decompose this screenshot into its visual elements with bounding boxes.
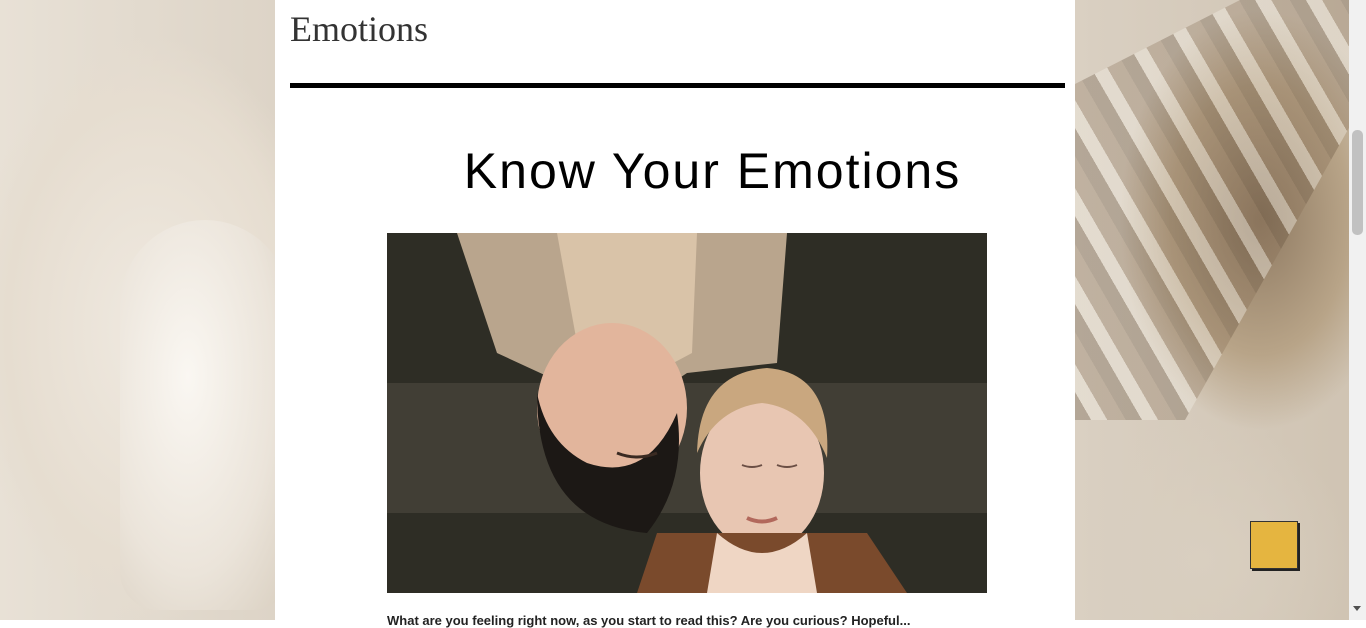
scroll-down-arrow-icon[interactable] bbox=[1353, 606, 1361, 611]
page-headline: Know Your Emotions bbox=[463, 143, 962, 199]
divider bbox=[290, 83, 1065, 88]
background-cushion bbox=[120, 220, 290, 610]
floating-action-button[interactable] bbox=[1250, 521, 1298, 569]
hero-image bbox=[387, 233, 987, 593]
section-title: Emotions bbox=[290, 9, 429, 49]
scrollbar[interactable] bbox=[1349, 0, 1366, 620]
content-column: Emotions Know Your Emotions What are you… bbox=[275, 0, 1075, 628]
scrollbar-thumb[interactable] bbox=[1352, 130, 1363, 235]
hero-photo-illustration bbox=[387, 233, 987, 593]
body-text: What are you feeling right now, as you s… bbox=[387, 613, 911, 628]
